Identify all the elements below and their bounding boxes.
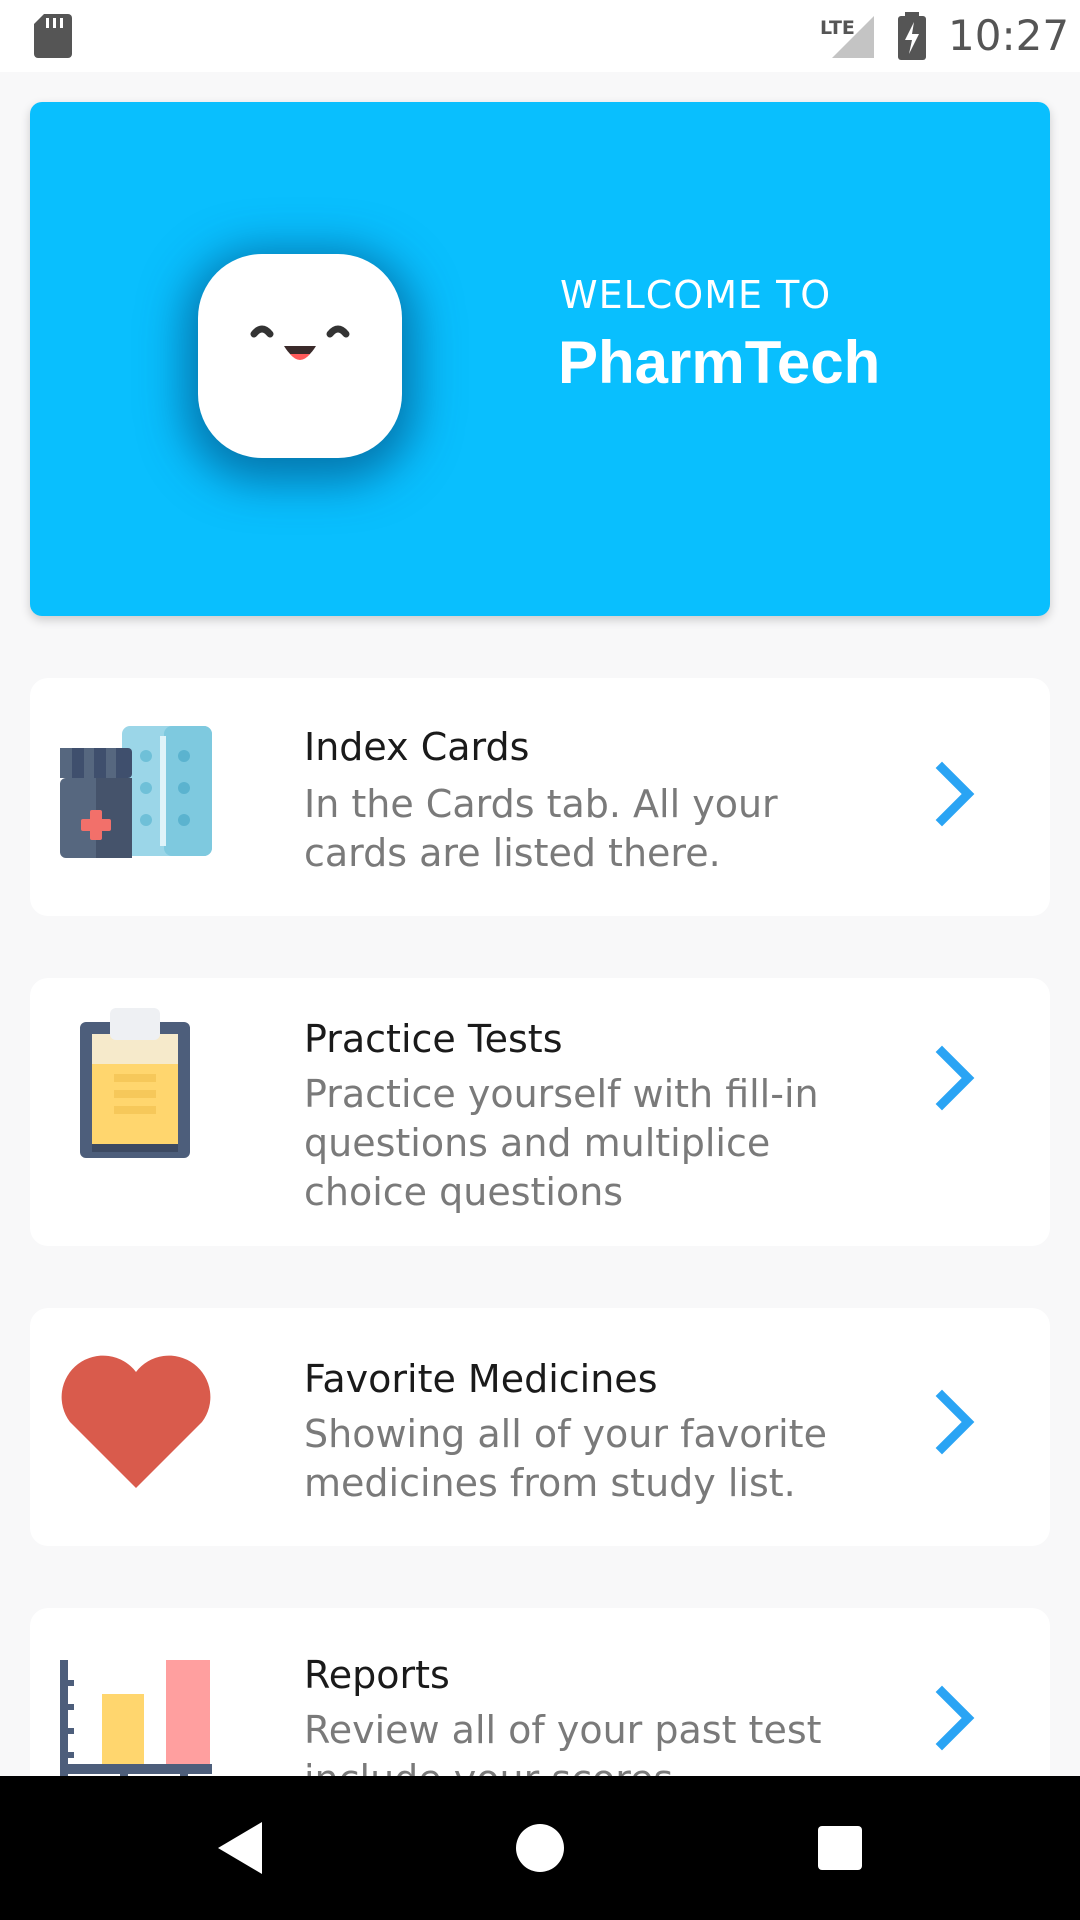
menu-item-favorite-medicines[interactable]: Favorite Medicines Showing all of your f… (30, 1308, 1050, 1546)
app-name: PharmTech (558, 329, 881, 396)
menu-item-reports[interactable]: Reports Review all of your past test inc… (30, 1608, 1050, 1776)
medicine-bottle-pills-icon (60, 726, 212, 858)
navigation-bar (0, 1776, 1080, 1920)
chevron-right-icon[interactable] (924, 1386, 984, 1458)
bar-chart-icon (60, 1660, 212, 1776)
menu-item-description: Showing all of your favorite medicines f… (304, 1412, 827, 1505)
lte-signal-icon: LTE (820, 16, 874, 58)
screen: LTE 10:27 WELCOME TO PharmTech Index Car… (0, 0, 1080, 1920)
status-bar: LTE 10:27 (0, 0, 1080, 72)
chevron-right-icon[interactable] (924, 1042, 984, 1114)
clock: 10:27 (948, 11, 1070, 60)
battery-charging-icon (898, 12, 926, 60)
recents-icon[interactable] (816, 1824, 864, 1872)
chevron-right-icon[interactable] (924, 1682, 984, 1754)
menu-item-title: Reports (304, 1653, 450, 1697)
menu-item-description: In the Cards tab. All your cards are lis… (304, 782, 778, 875)
menu-list[interactable]: Index Cards In the Cards tab. All your c… (0, 640, 1080, 1776)
menu-item-index-cards[interactable]: Index Cards In the Cards tab. All your c… (30, 678, 1050, 916)
home-icon[interactable] (514, 1822, 566, 1874)
sd-card-icon (34, 14, 72, 58)
chevron-right-icon[interactable] (924, 758, 984, 830)
menu-item-title: Favorite Medicines (304, 1357, 658, 1401)
menu-item-title: Practice Tests (304, 1017, 563, 1061)
welcome-banner: WELCOME TO PharmTech (30, 102, 1050, 616)
smiling-face-icon (198, 254, 402, 458)
lte-label: LTE (820, 17, 855, 39)
welcome-label: WELCOME TO (560, 273, 832, 317)
clipboard-icon (80, 1008, 190, 1158)
menu-item-practice-tests[interactable]: Practice Tests Practice yourself with fi… (30, 978, 1050, 1246)
menu-item-title: Index Cards (304, 725, 530, 769)
menu-item-description: Review all of your past test include you… (304, 1708, 822, 1776)
back-icon[interactable] (214, 1820, 268, 1876)
heart-icon (61, 1355, 211, 1488)
menu-item-description: Practice yourself with fill-in questions… (304, 1072, 819, 1214)
